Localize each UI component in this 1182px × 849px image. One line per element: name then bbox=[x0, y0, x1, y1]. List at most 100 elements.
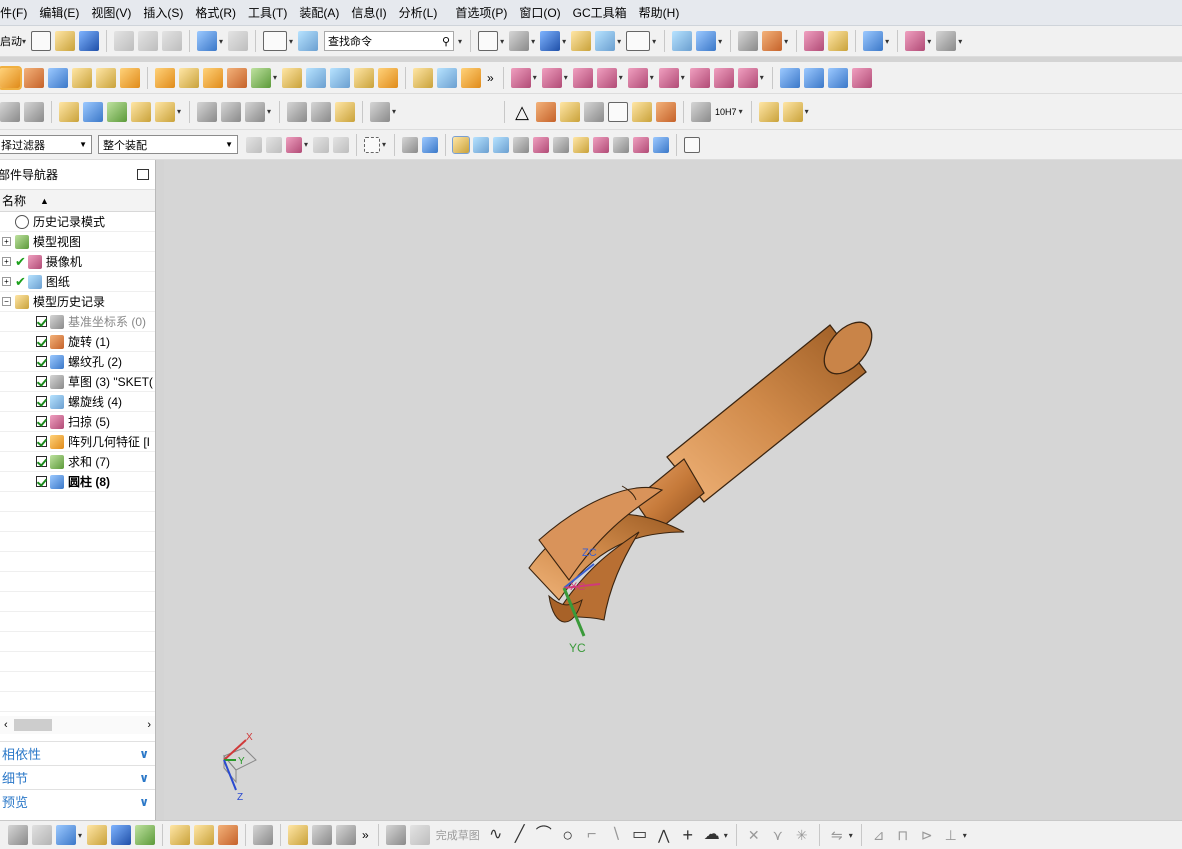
pocket-icon[interactable] bbox=[120, 67, 140, 88]
tree-node-model-views[interactable]: + 模型视图 bbox=[0, 232, 155, 252]
binoculars-icon[interactable] bbox=[691, 101, 712, 122]
chevron-down-icon[interactable]: ▾ bbox=[219, 37, 223, 46]
scroll-left-icon[interactable]: ‹ bbox=[4, 719, 8, 731]
chain-icon[interactable] bbox=[288, 825, 309, 845]
spline-icon[interactable] bbox=[197, 101, 218, 122]
bridge-curve-icon[interactable] bbox=[245, 101, 266, 122]
move-component-icon[interactable] bbox=[672, 31, 693, 51]
scale-body-icon[interactable] bbox=[461, 67, 482, 88]
unite-icon[interactable] bbox=[251, 67, 271, 88]
line-icon[interactable]: ╱ bbox=[510, 825, 530, 845]
synchronous-move-icon[interactable] bbox=[510, 67, 531, 88]
triangle-icon[interactable]: △ bbox=[512, 102, 532, 122]
window-icon[interactable] bbox=[263, 31, 288, 51]
pin-icon[interactable] bbox=[312, 825, 333, 845]
washer-icon[interactable] bbox=[335, 101, 356, 122]
wcs-icon[interactable] bbox=[762, 31, 783, 51]
chevron-down-icon[interactable]: ▾ bbox=[805, 107, 809, 116]
new-file-icon[interactable] bbox=[31, 31, 52, 51]
chevron-down-icon[interactable]: ▾ bbox=[619, 73, 623, 82]
extrude-icon[interactable] bbox=[0, 65, 22, 90]
dimension-icon[interactable]: ⊓ bbox=[893, 825, 913, 845]
chevron-down-icon[interactable]: ▾ bbox=[927, 37, 931, 46]
component-array-icon[interactable] bbox=[194, 825, 215, 845]
make-coplanar-icon[interactable] bbox=[713, 67, 734, 88]
gear-icon[interactable] bbox=[246, 136, 262, 153]
open-folder-icon[interactable] bbox=[55, 31, 76, 51]
expand-icon[interactable]: + bbox=[2, 237, 11, 246]
horizontal-scrollbar[interactable]: ‹ › bbox=[0, 716, 155, 734]
visibility-checkbox[interactable] bbox=[36, 376, 47, 387]
menu-help[interactable]: 帮助(H) bbox=[633, 0, 686, 26]
wave-link-icon[interactable] bbox=[221, 101, 242, 122]
component-icon[interactable] bbox=[170, 825, 191, 845]
graphics-viewport[interactable]: ZC XC YC X Y Z bbox=[164, 160, 1182, 820]
linear-dimension-icon[interactable] bbox=[689, 67, 710, 88]
datum-plane-icon[interactable] bbox=[155, 67, 175, 88]
chevron-down-icon[interactable]: ▾ bbox=[681, 73, 685, 82]
menu-gc-toolbox[interactable]: GC工具箱 bbox=[567, 0, 633, 26]
reference-set-icon[interactable] bbox=[24, 101, 44, 122]
chevron-down-icon[interactable]: ∨ bbox=[139, 747, 149, 761]
visibility-checkbox[interactable] bbox=[36, 316, 47, 327]
swept-surface-icon[interactable] bbox=[827, 67, 848, 88]
chevron-down-icon[interactable]: ▾ bbox=[22, 37, 26, 46]
menu-insert[interactable]: 插入(S) bbox=[137, 0, 189, 26]
revolve-icon[interactable] bbox=[24, 67, 44, 88]
menu-edit[interactable]: 编辑(E) bbox=[33, 0, 85, 26]
note-icon[interactable] bbox=[608, 101, 629, 122]
clip-icon[interactable] bbox=[311, 101, 332, 122]
explode-icon[interactable] bbox=[218, 825, 239, 845]
command-finder-icon[interactable] bbox=[298, 31, 319, 51]
chevron-down-icon[interactable]: ▾ bbox=[564, 73, 568, 82]
link-body-icon[interactable] bbox=[87, 825, 108, 845]
start-button[interactable]: 启动 bbox=[0, 33, 22, 49]
tree-node-model-history[interactable]: − 模型历史记录 bbox=[0, 292, 155, 312]
preview-panel[interactable]: 预览 ∨ bbox=[0, 789, 155, 813]
chamfer-icon[interactable] bbox=[306, 67, 327, 88]
orient-view-icon[interactable] bbox=[509, 31, 530, 51]
model-canvas[interactable]: ZC XC YC X Y Z bbox=[164, 160, 1182, 820]
intersection-icon[interactable] bbox=[533, 136, 550, 153]
chevron-down-icon[interactable]: ▾ bbox=[963, 831, 967, 840]
assembly-constraint-icon[interactable] bbox=[696, 31, 717, 51]
delete-face-icon[interactable] bbox=[572, 67, 593, 88]
chevron-down-icon[interactable]: ▾ bbox=[533, 73, 537, 82]
cube-outline-icon[interactable] bbox=[253, 825, 274, 845]
tag-icon[interactable] bbox=[59, 101, 79, 122]
pen-icon[interactable] bbox=[632, 101, 653, 122]
menu-view[interactable]: 视图(V) bbox=[85, 0, 137, 26]
quadrant-icon[interactable] bbox=[593, 136, 610, 153]
frame-icon[interactable] bbox=[560, 101, 581, 122]
paste-icon[interactable] bbox=[162, 31, 183, 51]
building-icon[interactable] bbox=[8, 825, 28, 845]
edit-color-icon[interactable] bbox=[828, 31, 849, 51]
on-curve-icon[interactable] bbox=[633, 136, 650, 153]
tolerance-label[interactable]: 10H7 bbox=[715, 107, 737, 117]
menu-info[interactable]: 信息(I) bbox=[345, 0, 392, 26]
feature-row-datum-csys[interactable]: 基准坐标系 (0) bbox=[0, 312, 155, 332]
maximize-icon[interactable] bbox=[137, 169, 149, 180]
menu-file[interactable]: 件(F) bbox=[0, 0, 33, 26]
table-icon[interactable] bbox=[536, 101, 557, 122]
visibility-checkbox[interactable] bbox=[36, 476, 47, 487]
add-component-icon[interactable] bbox=[83, 101, 103, 122]
offset-curve-icon[interactable]: ⇋ bbox=[827, 825, 847, 845]
chamfer-icon[interactable]: ∖ bbox=[606, 825, 626, 845]
finish-flag-icon[interactable] bbox=[409, 825, 430, 845]
menu-analysis[interactable]: 分析(L) bbox=[393, 0, 444, 26]
replace-component-icon[interactable] bbox=[131, 101, 151, 122]
on-face-icon[interactable] bbox=[653, 136, 670, 153]
menu-tools[interactable]: 工具(T) bbox=[242, 0, 293, 26]
chevron-down-icon[interactable]: ▾ bbox=[289, 37, 293, 46]
curve-icon[interactable] bbox=[513, 136, 530, 153]
shaded-cube-icon[interactable] bbox=[540, 31, 561, 51]
chevron-down-icon[interactable]: ▾ bbox=[617, 37, 621, 46]
details-panel[interactable]: 细节 ∨ bbox=[0, 765, 155, 789]
chevron-down-icon[interactable]: ▾ bbox=[531, 37, 535, 46]
flip-icon[interactable] bbox=[135, 825, 156, 845]
fillet-icon[interactable]: ⌐ bbox=[582, 825, 602, 845]
draft-icon[interactable] bbox=[437, 67, 458, 88]
arc-center-icon[interactable] bbox=[553, 136, 570, 153]
spring-icon[interactable] bbox=[287, 101, 308, 122]
